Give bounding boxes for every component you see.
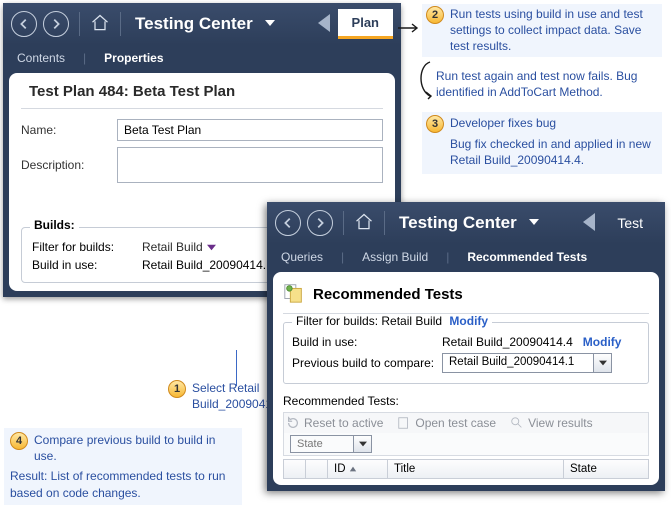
app-menu-chevron-icon[interactable] (265, 17, 275, 31)
state-filter-row: State (283, 433, 649, 456)
tab-plan[interactable]: Plan (338, 9, 393, 39)
grid-header: ID Title State (283, 459, 649, 479)
filter-builds-dropdown[interactable]: Retail Build (142, 240, 216, 254)
nav-triangle-icon[interactable] (316, 14, 332, 35)
subnav: Contents | Properties (3, 45, 401, 73)
previous-build-label: Previous build to compare: (292, 356, 442, 370)
plan-title: Test Plan 484: Beta Test Plan (29, 83, 235, 100)
build-in-use-value: Retail Build_20090414.1 (142, 258, 273, 272)
grid-col-id[interactable]: ID (328, 460, 388, 478)
build-in-use-label: Build in use: (32, 258, 136, 272)
combo-chevron-icon[interactable] (353, 436, 371, 452)
home-button[interactable] (90, 13, 110, 36)
divider (343, 211, 344, 235)
combo-chevron-icon[interactable] (593, 354, 611, 372)
tab-test[interactable]: Test (603, 209, 657, 237)
divider: | (341, 250, 344, 264)
app-title: Testing Center (399, 213, 517, 233)
previous-build-combo[interactable]: Retail Build_20090414.1 (442, 353, 612, 373)
recommended-tests-title: Recommended Tests (313, 286, 463, 303)
titlebar: Testing Center Test (267, 202, 665, 244)
recommended-tests-label: Recommended Tests: (283, 394, 649, 408)
titlebar: Testing Center Plan (3, 3, 401, 45)
build-in-use-value: Retail Build_20090414.4 (442, 335, 573, 349)
toolbar: Reset to active Open test case View resu… (283, 412, 649, 433)
builds-legend: Builds: (30, 218, 79, 232)
forward-button[interactable] (307, 210, 333, 236)
name-input[interactable] (117, 119, 383, 141)
subnav-recommended-tests[interactable]: Recommended Tests (467, 250, 587, 264)
grid-col-title[interactable]: Title (388, 460, 564, 478)
description-label: Description: (21, 158, 117, 172)
curve-icon (412, 60, 434, 103)
open-test-case-button[interactable]: Open test case (397, 416, 496, 430)
callout-3b-text: Bug fix checked in and applied in new Re… (426, 136, 658, 168)
step-badge-1: 1 (168, 380, 186, 398)
state-combo[interactable]: State (290, 435, 372, 453)
subnav-contents[interactable]: Contents (17, 51, 65, 65)
divider (79, 12, 80, 36)
build-in-use-label: Build in use: (292, 335, 442, 349)
recommended-tests-panel: Recommended Tests Filter for builds: Ret… (273, 272, 659, 485)
recommended-tests-icon (283, 282, 305, 307)
grid-col-selector[interactable] (284, 460, 306, 478)
forward-button[interactable] (43, 11, 69, 37)
step-badge-4: 4 (10, 432, 28, 450)
callout-4a-text: Compare previous build to build in use. (34, 432, 236, 464)
step-badge-2: 2 (426, 6, 444, 24)
subnav-assign-build[interactable]: Assign Build (362, 250, 428, 264)
filter-builds-value: Retail Build (142, 240, 203, 254)
view-results-button[interactable]: View results (510, 416, 592, 430)
divider: | (83, 51, 86, 65)
nav-triangle-icon[interactable] (581, 213, 597, 234)
test-window: Testing Center Test Queries | Assign Bui… (267, 202, 665, 491)
callout-4: 4 Compare previous build to build in use… (4, 428, 242, 505)
name-label: Name: (21, 123, 117, 137)
app-menu-chevron-icon[interactable] (529, 216, 539, 230)
back-button[interactable] (11, 11, 37, 37)
description-input[interactable] (117, 147, 383, 183)
divider (120, 12, 121, 36)
filter-legend-text: Filter for builds: Retail Build (296, 314, 442, 328)
subnav: Queries | Assign Build | Recommended Tes… (267, 244, 665, 272)
filter-group: Filter for builds: Retail Build Modify B… (283, 322, 649, 384)
callout-3: 3 Developer fixes bug Bug fix checked in… (422, 112, 662, 174)
state-combo-value: State (291, 436, 353, 452)
subnav-queries[interactable]: Queries (281, 250, 323, 264)
back-button[interactable] (275, 210, 301, 236)
modify-build-link[interactable]: Modify (583, 335, 622, 349)
sort-asc-icon (349, 465, 357, 473)
subnav-properties[interactable]: Properties (104, 51, 163, 65)
grid-col-icon[interactable] (306, 460, 328, 478)
reset-to-active-button[interactable]: Reset to active (286, 416, 383, 430)
app-title: Testing Center (135, 14, 253, 34)
modify-filter-link[interactable]: Modify (449, 314, 488, 328)
previous-build-value: Retail Build_20090414.1 (443, 354, 593, 372)
callout-3a-text: Developer fixes bug (450, 115, 556, 131)
callout-2-text: Run tests using build in use and test se… (450, 6, 658, 55)
callout-2b-text: Run test again and test now fails. Bug i… (436, 69, 637, 99)
callout-2: 2 Run tests using build in use and test … (422, 4, 662, 57)
step-badge-3: 3 (426, 115, 444, 133)
home-button[interactable] (354, 212, 374, 235)
callout-4b-text: Result: List of recommended tests to run… (10, 468, 236, 500)
divider: | (446, 250, 449, 264)
callout-2b: Run test again and test now fails. Bug i… (436, 68, 662, 100)
divider (384, 211, 385, 235)
arrow-icon (396, 22, 420, 37)
grid-col-state[interactable]: State (564, 460, 648, 478)
filter-builds-label: Filter for builds: (32, 240, 136, 254)
